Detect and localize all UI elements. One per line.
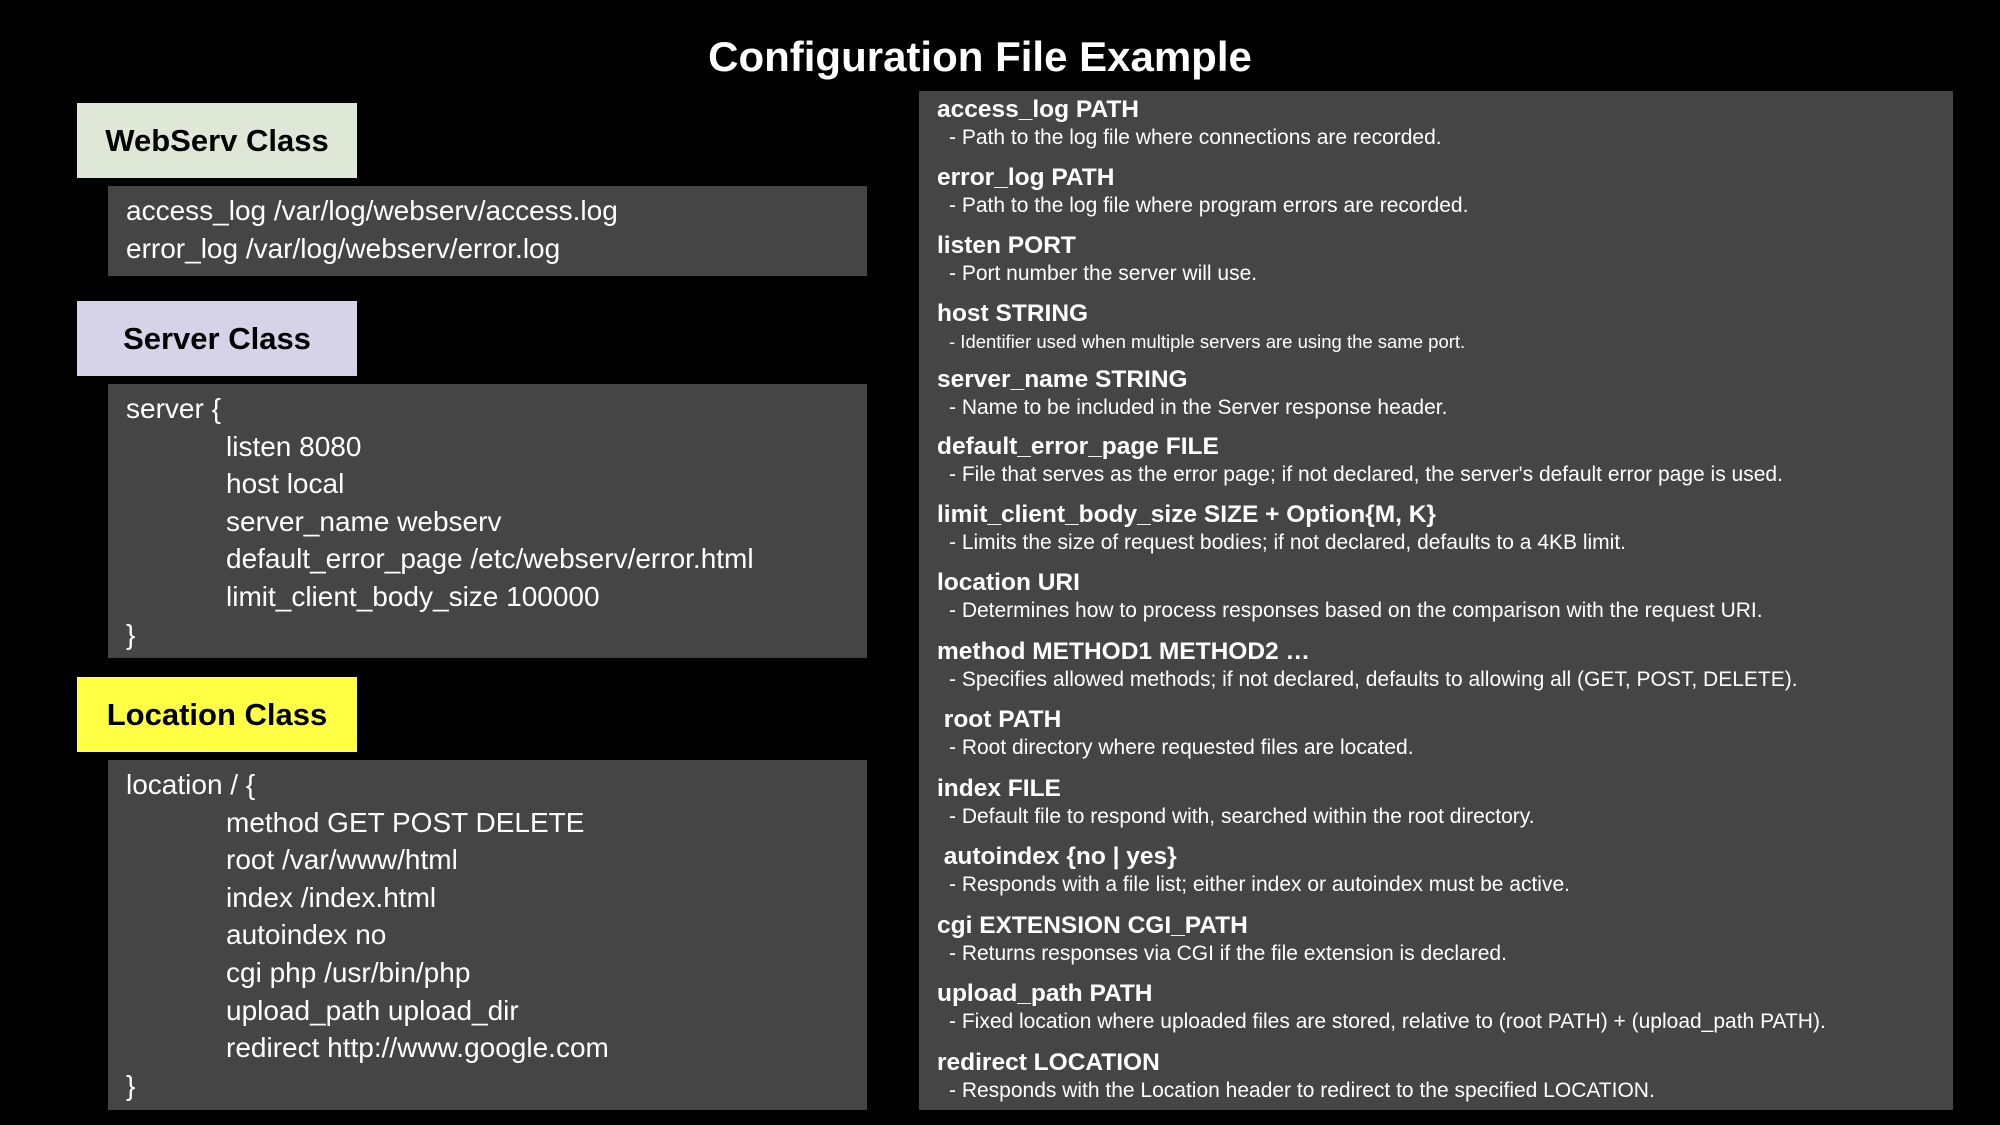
code-line: root /var/www/html [226, 844, 458, 876]
directive-description: - Name to be included in the Server resp… [949, 396, 1448, 419]
location-class-label: Location Class [77, 677, 357, 752]
directive-entry: server_name STRING - Name to be included… [937, 365, 1947, 421]
directive-description: - Returns responses via CGI if the file … [949, 942, 1507, 965]
directive-name: redirect LOCATION [937, 1049, 1160, 1076]
webserv-code-block: access_log /var/log/webserv/access.log e… [108, 186, 867, 276]
directive-name: limit_client_body_size SIZE + Option{M, … [937, 501, 1436, 528]
directive-entry: listen PORT - Port number the server wil… [937, 231, 1947, 287]
code-line: cgi php /usr/bin/php [226, 956, 471, 988]
directive-name: cgi EXTENSION CGI_PATH [937, 912, 1248, 939]
directive-entry: location URI - Determines how to process… [937, 568, 1947, 624]
directive-description: - Port number the server will use. [949, 262, 1258, 285]
directive-name: host STRING [937, 300, 1089, 327]
code-line: error_log /var/log/webserv/error.log [126, 232, 561, 264]
directive-entry: access_log PATH - Path to the log file w… [937, 95, 1947, 151]
directive-description: - Root directory where requested files a… [949, 736, 1414, 759]
directive-name: default_error_page FILE [937, 433, 1219, 460]
directive-description: - Fixed location where uploaded files ar… [949, 1010, 1826, 1033]
directive-name: upload_path PATH [937, 980, 1153, 1007]
code-line: limit_client_body_size 100000 [226, 580, 600, 612]
code-line: autoindex no [226, 919, 387, 951]
code-line: index /index.html [226, 881, 437, 913]
directive-name: access_log PATH [937, 96, 1139, 123]
directive-entry: method METHOD1 METHOD2 … - Specifies all… [937, 637, 1947, 693]
directive-description: - Default file to respond with, searched… [949, 805, 1535, 828]
directive-description: - Limits the size of request bodies; if … [949, 531, 1627, 554]
directive-name: method METHOD1 METHOD2 … [937, 638, 1310, 665]
code-line-close: } [126, 618, 136, 650]
directive-description: - Identifier used when multiple servers … [949, 331, 1466, 352]
code-line: method GET POST DELETE [226, 806, 585, 838]
server-class-label: Server Class [77, 301, 357, 376]
code-line: server_name webserv [226, 505, 502, 537]
directive-entry: host STRING - Identifier used when multi… [937, 299, 1947, 355]
directive-name: error_log PATH [937, 164, 1115, 191]
code-line: access_log /var/log/webserv/access.log [126, 195, 618, 226]
page-title: Configuration File Example [708, 33, 1252, 80]
code-line: listen 8080 [226, 430, 362, 462]
directive-description: - Path to the log file where program err… [949, 194, 1469, 217]
directive-description: - Responds with the Location header to r… [949, 1079, 1655, 1102]
code-line: host local [226, 468, 345, 500]
directive-description: - Responds with a file list; either inde… [949, 873, 1570, 896]
directive-entry: cgi EXTENSION CGI_PATH - Returns respons… [937, 911, 1947, 967]
directive-entry: limit_client_body_size SIZE + Option{M, … [937, 500, 1947, 556]
directive-reference-panel: access_log PATH - Path to the log file w… [919, 91, 1953, 1110]
directive-entry: error_log PATH - Path to the log file wh… [937, 163, 1947, 219]
directive-entry: root PATH - Root directory where request… [937, 705, 1947, 761]
directive-entry: upload_path PATH - Fixed location where … [937, 979, 1947, 1035]
server-code-block: server { listen 8080 host local server_n… [108, 384, 867, 658]
webserv-class-label: WebServ Class [77, 103, 357, 178]
directive-entry: index FILE - Default file to respond wit… [937, 774, 1947, 830]
directive-entry: autoindex {no | yes} - Responds with a f… [937, 842, 1947, 898]
directive-name: server_name STRING [937, 366, 1188, 393]
directive-name: listen PORT [937, 232, 1076, 259]
directive-description: - Specifies allowed methods; if not decl… [949, 668, 1798, 691]
directive-description: - Determines how to process responses ba… [949, 599, 1763, 622]
directive-name: index FILE [937, 775, 1061, 802]
code-line-close: } [126, 1069, 136, 1101]
code-line: redirect http://www.google.com [226, 1032, 609, 1064]
directive-entry: redirect LOCATION - Responds with the Lo… [937, 1048, 1947, 1104]
directive-name: autoindex {no | yes} [937, 843, 1177, 870]
code-line: default_error_page /etc/webserv/error.ht… [226, 543, 754, 575]
code-line-open: location / { [126, 769, 256, 800]
directive-entry: default_error_page FILE - File that serv… [937, 432, 1947, 488]
location-code-block: location / { method GET POST DELETE root… [108, 760, 867, 1110]
directive-description: - Path to the log file where connections… [949, 126, 1442, 149]
code-line: upload_path upload_dir [226, 994, 519, 1026]
directive-name: root PATH [937, 706, 1062, 733]
code-line-open: server { [126, 393, 221, 424]
directive-description: - File that serves as the error page; if… [949, 463, 1783, 486]
directive-name: location URI [937, 569, 1080, 596]
